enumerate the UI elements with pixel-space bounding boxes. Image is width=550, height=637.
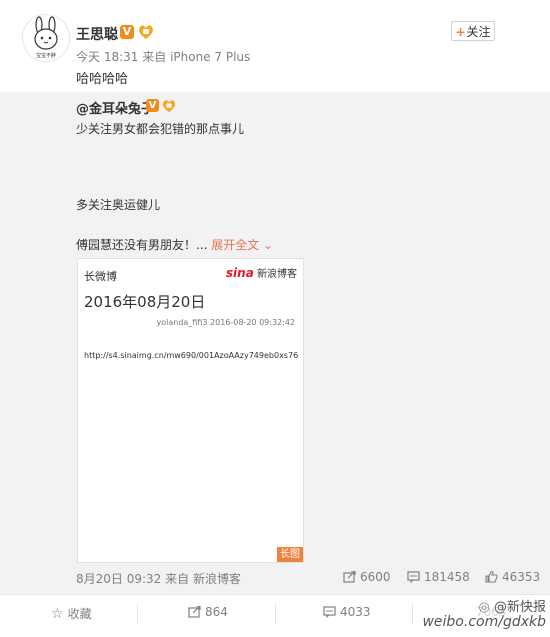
chevron-down-icon: ⌄ bbox=[263, 238, 274, 252]
post-text: 哈哈哈哈 bbox=[76, 72, 129, 87]
sina-blog-logo: sina 新浪博客 bbox=[226, 265, 297, 280]
author-name[interactable]: 王思聪 bbox=[76, 24, 118, 44]
post-time[interactable]: 今天 18:31 bbox=[76, 50, 138, 64]
member-heart-icon[interactable] bbox=[137, 24, 155, 40]
divider bbox=[137, 604, 138, 624]
repost-likes-value: 46353 bbox=[502, 570, 541, 584]
repost-button[interactable]: 864 bbox=[188, 605, 228, 619]
comment-count: 4033 bbox=[340, 605, 371, 619]
divider bbox=[275, 604, 276, 624]
avatar-caption: 宝宝不胖 bbox=[36, 52, 56, 59]
favorite-button[interactable]: ☆ 收藏 bbox=[51, 605, 92, 622]
divider bbox=[412, 604, 413, 624]
repost-source-prefix: 来自 bbox=[165, 572, 190, 586]
repost-comments-count[interactable]: 181458 bbox=[407, 570, 470, 584]
repost-comments-value: 181458 bbox=[424, 570, 470, 584]
image-url: http://s4.sinaimg.cn/mw690/001AzoAAzy749… bbox=[84, 351, 298, 360]
post-meta: 今天 18:31 来自 iPhone 7 Plus bbox=[76, 48, 250, 65]
expand-full-text-link[interactable]: 展开全文 ⌄ bbox=[211, 238, 273, 252]
weibo-post-card: 宝宝不胖 王思聪 V 今天 18:31 来自 iPhone 7 Plus +关注… bbox=[0, 0, 550, 637]
repost-time[interactable]: 8月20日 09:32 bbox=[76, 572, 161, 586]
expand-label: 展开全文 bbox=[211, 238, 260, 252]
repost-reposts-value: 6600 bbox=[360, 570, 391, 584]
source-prefix: 来自 bbox=[142, 50, 167, 64]
comment-icon bbox=[407, 571, 420, 583]
repost-reposts-count[interactable]: 6600 bbox=[343, 570, 391, 584]
follow-label: 关注 bbox=[466, 25, 491, 39]
plus-icon: + bbox=[455, 25, 466, 39]
repost-text-truncated: 傅园慧还没有男朋友！... bbox=[76, 238, 208, 252]
follow-button[interactable]: +关注 bbox=[451, 21, 495, 41]
weibo-logo-icon: ◎ bbox=[478, 600, 490, 615]
image-header: 长微博 bbox=[84, 270, 117, 283]
watermark-url: weibo.com/gdxkb bbox=[422, 614, 546, 630]
thumbs-up-icon bbox=[485, 571, 498, 583]
star-icon: ☆ bbox=[51, 606, 64, 622]
repost-verified-badge-icon: V bbox=[146, 99, 159, 112]
post-source: iPhone 7 Plus bbox=[170, 50, 251, 64]
watermark-handle-text: @新快报 bbox=[493, 600, 546, 615]
repost-text-line: 多关注奥运健儿 bbox=[76, 198, 161, 212]
long-image-badge: 长图 bbox=[277, 547, 303, 562]
comment-button[interactable]: 4033 bbox=[323, 605, 371, 619]
comment-icon bbox=[323, 606, 336, 618]
rabbit-avatar-icon: 宝宝不胖 bbox=[34, 16, 58, 59]
watermark-handle: ◎ @新快报 bbox=[479, 596, 547, 615]
repost-author[interactable]: @金耳朵兔子 bbox=[76, 98, 154, 117]
repost-likes-count[interactable]: 46353 bbox=[485, 570, 540, 584]
repost-icon bbox=[188, 606, 201, 618]
image-date: 2016年08月20日 bbox=[84, 293, 206, 311]
repost-text-line-last: 傅园慧还没有男朋友！... 展开全文 ⌄ bbox=[76, 236, 273, 253]
repost-text-line: 少关注男女都会犯错的那点事儿 bbox=[76, 122, 245, 136]
long-image-thumbnail[interactable]: 长微博 sina 新浪博客 2016年08月20日 yolanda_fifi3 … bbox=[77, 258, 304, 563]
author-avatar[interactable]: 宝宝不胖 bbox=[22, 14, 70, 62]
sina-logo-text: sina bbox=[225, 266, 254, 280]
sina-blog-text: 新浪博客 bbox=[257, 269, 297, 280]
verified-badge-icon: V bbox=[120, 25, 134, 39]
repost-footer-meta: 8月20日 09:32 来自 新浪博客 bbox=[76, 570, 241, 587]
repost-member-heart-icon[interactable] bbox=[161, 99, 177, 113]
repost-icon bbox=[343, 571, 356, 583]
favorite-label: 收藏 bbox=[67, 607, 92, 621]
repost-count: 864 bbox=[205, 605, 228, 619]
image-id-line: yolanda_fifi3 2016-08-20 09:32:42 bbox=[156, 318, 295, 327]
repost-source: 新浪博客 bbox=[192, 572, 241, 586]
